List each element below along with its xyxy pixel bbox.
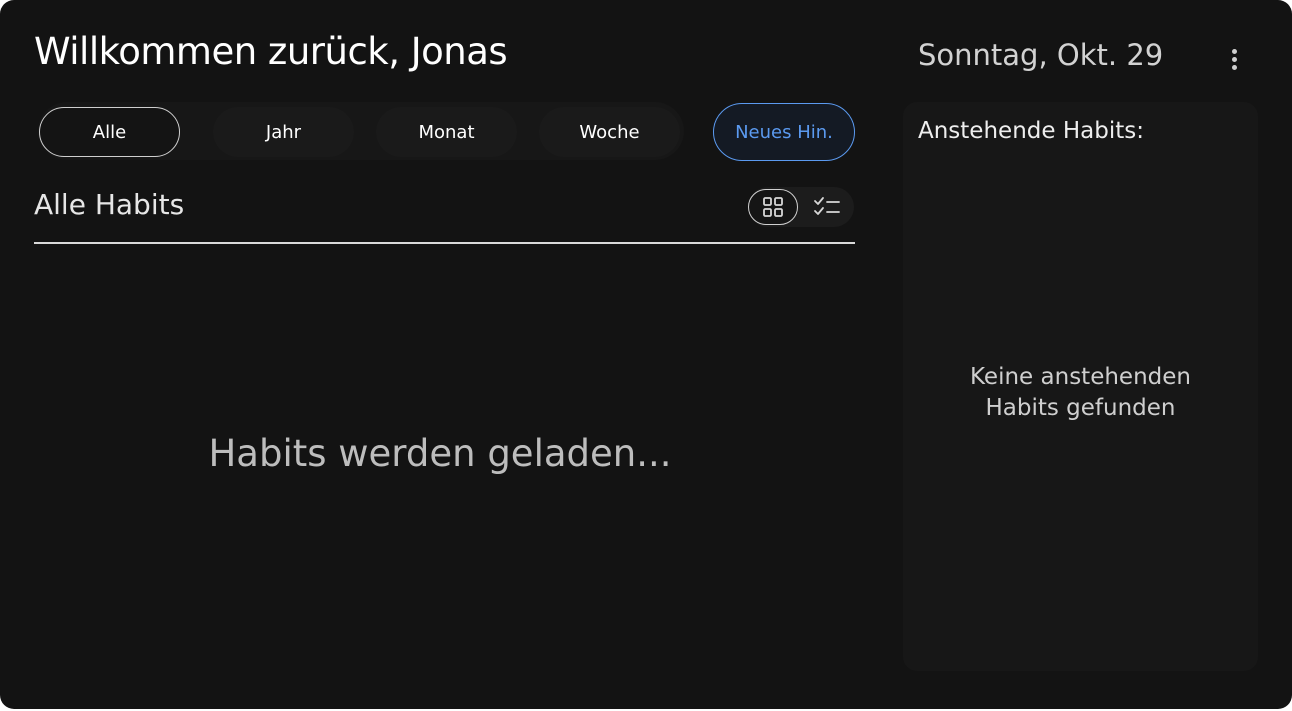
upcoming-title: Anstehende Habits: [918,118,1144,144]
new-habit-button[interactable]: Neues Hin. [713,103,855,161]
upcoming-empty-text: Keine anstehenden Habits gefunden [970,364,1191,421]
more-vertical-icon[interactable] [1224,44,1244,76]
filter-tab-woche[interactable]: Woche [539,107,680,157]
filter-tab-jahr[interactable]: Jahr [213,107,354,157]
checklist-view-icon [814,197,840,215]
filter-tab-alle[interactable]: Alle [39,107,180,157]
section-divider [34,242,855,244]
welcome-title: Willkommen zurück, Jonas [34,30,508,73]
section-title: Alle Habits [34,188,185,221]
filter-tab-monat[interactable]: Monat [376,107,517,157]
upcoming-habits-panel: Anstehende Habits: Keine anstehenden Hab… [903,102,1258,671]
grid-view-button[interactable] [748,189,798,225]
app-window: Willkommen zurück, Jonas Sonntag, Okt. 2… [0,0,1292,709]
current-date: Sonntag, Okt. 29 [918,38,1164,72]
checklist-view-button[interactable] [804,187,850,227]
loading-message: Habits werden geladen... [208,432,672,475]
upcoming-empty-message: Keine anstehenden Habits gefunden [903,362,1258,424]
view-toggle [748,187,854,227]
grid-view-icon [763,197,783,217]
